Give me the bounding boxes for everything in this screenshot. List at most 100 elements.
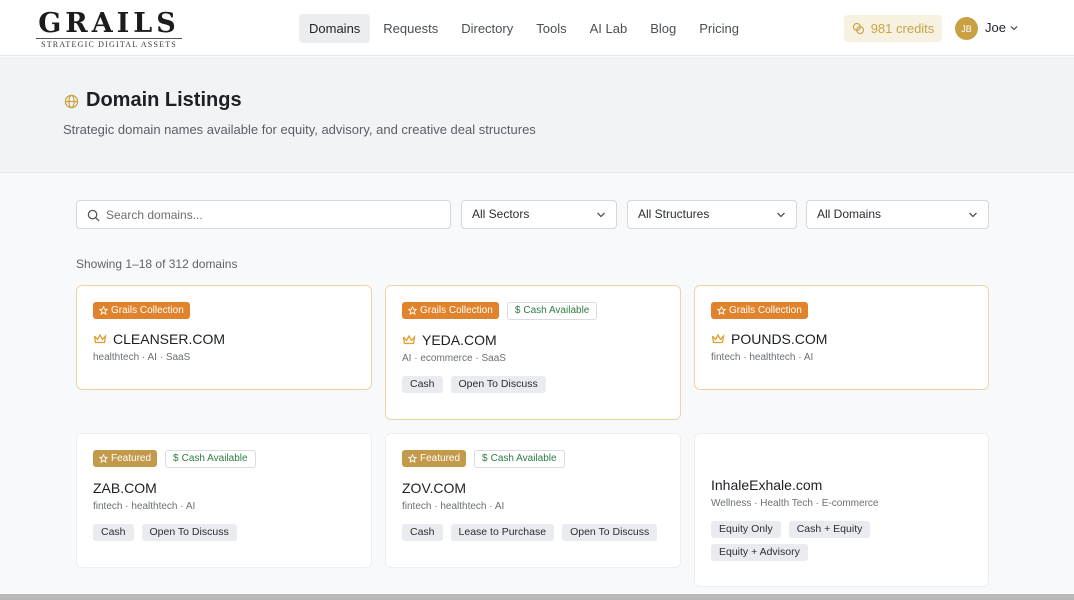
grails-collection-badge: Grails Collection (402, 302, 499, 319)
sector-tags: fintech · healthtech · AI (93, 501, 196, 512)
globe-icon (64, 94, 79, 109)
domain-title-row: ZAB.COM (93, 480, 157, 496)
dollar-icon: $ (482, 453, 488, 464)
deal-tag: Lease to Purchase (450, 524, 555, 541)
badge-label: Cash Available (490, 453, 557, 464)
nav-pricing[interactable]: Pricing (689, 14, 749, 43)
results-count: Showing 1–18 of 312 domains (76, 257, 238, 271)
domain-name[interactable]: InhaleExhale.com (711, 477, 822, 493)
star-icon (717, 306, 726, 315)
grails-collection-badge: Grails Collection (711, 302, 808, 319)
deal-structure-tags: Cash Open To Discuss (93, 524, 363, 541)
grails-logo[interactable]: GRAILS STRATEGIC DIGITAL ASSETS (36, 10, 182, 49)
featured-badge: Featured (93, 450, 158, 467)
deal-structure-tags: Cash Lease to Purchase Open To Discuss (402, 524, 672, 541)
badge-label: Cash Available (181, 453, 248, 464)
deal-structure-tags: Equity Only Cash + Equity Equity + Advis… (711, 521, 911, 561)
nav-domains[interactable]: Domains (299, 14, 371, 43)
crown-icon (402, 334, 416, 345)
deal-tag: Cash (93, 524, 134, 541)
badge-label: Grails Collection (729, 305, 802, 316)
chevron-down-icon (597, 212, 605, 218)
cash-available-badge: $ Cash Available (506, 302, 598, 320)
deal-tag: Open To Discuss (450, 376, 546, 393)
deal-tag: Cash + Equity (788, 521, 871, 538)
sector-tags: fintech · healthtech · AI (711, 352, 814, 363)
sector-tags: fintech · healthtech · AI (402, 501, 505, 512)
badge-label: Featured (420, 453, 461, 464)
page-title: Domain Listings (86, 89, 242, 111)
domain-title-row: POUNDS.COM (711, 331, 827, 347)
domain-title-row: InhaleExhale.com (711, 477, 822, 493)
star-icon (99, 306, 108, 315)
chevron-down-icon (777, 212, 785, 218)
badge-label: Cash Available (523, 305, 590, 316)
domain-title-row: YEDA.COM (402, 332, 497, 348)
crown-icon (711, 333, 725, 344)
domains-select[interactable]: All Domains (806, 200, 989, 229)
card-badges: Grails Collection (711, 302, 808, 319)
sector-select[interactable]: All Sectors (461, 200, 617, 229)
user-name[interactable]: Joe (985, 20, 1006, 35)
deal-structure-tags: Cash Open To Discuss (402, 376, 672, 393)
domain-title-row: ZOV.COM (402, 480, 466, 496)
domains-select-value: All Domains (817, 207, 882, 221)
deal-tag: Cash (402, 524, 443, 541)
nav-ai-lab[interactable]: AI Lab (580, 14, 638, 43)
domain-name[interactable]: CLEANSER.COM (113, 331, 225, 347)
badge-label: Featured (111, 453, 152, 464)
structure-select[interactable]: All Structures (627, 200, 797, 229)
domain-name[interactable]: ZOV.COM (402, 480, 466, 496)
domain-name[interactable]: ZAB.COM (93, 480, 157, 496)
domain-card[interactable]: Featured $ Cash Available ZOV.COM fintec… (385, 433, 681, 568)
deal-tag: Equity Only (711, 521, 781, 538)
nav-directory[interactable]: Directory (451, 14, 523, 43)
logo-tagline: STRATEGIC DIGITAL ASSETS (36, 38, 182, 49)
crown-icon (93, 333, 107, 344)
credits-badge[interactable]: 981 credits (844, 15, 942, 42)
main-nav: Domains Requests Directory Tools AI Lab … (299, 14, 752, 43)
featured-badge: Featured (402, 450, 467, 467)
domain-name[interactable]: YEDA.COM (422, 332, 497, 348)
star-icon (99, 454, 108, 463)
chevron-down-icon[interactable] (1009, 23, 1019, 33)
badge-label: Grails Collection (111, 305, 184, 316)
sector-tags: healthtech · AI · SaaS (93, 352, 191, 363)
domain-card[interactable]: Grails Collection POUNDS.COM fintech · h… (694, 285, 989, 390)
card-badges: Grails Collection (93, 302, 190, 319)
deal-tag: Open To Discuss (562, 524, 658, 541)
domain-card[interactable]: Featured $ Cash Available ZAB.COM fintec… (76, 433, 372, 568)
coins-icon (852, 22, 864, 35)
card-badges: Grails Collection $ Cash Available (402, 302, 598, 320)
star-icon (408, 454, 417, 463)
card-badges: Featured $ Cash Available (402, 450, 565, 468)
page-subtitle: Strategic domain names available for equ… (63, 122, 536, 137)
domain-card[interactable]: InhaleExhale.com Wellness · Health Tech … (694, 433, 989, 587)
domain-name[interactable]: POUNDS.COM (731, 331, 827, 347)
cash-available-badge: $ Cash Available (165, 450, 256, 468)
nav-requests[interactable]: Requests (373, 14, 448, 43)
grails-collection-badge: Grails Collection (93, 302, 190, 319)
domain-card[interactable]: Grails Collection $ Cash Available YEDA.… (385, 285, 681, 420)
domain-card[interactable]: Grails Collection CLEANSER.COM healthtec… (76, 285, 372, 390)
sector-select-value: All Sectors (472, 207, 530, 221)
dollar-icon: $ (514, 305, 521, 316)
nav-blog[interactable]: Blog (640, 14, 686, 43)
top-navigation-bar: GRAILS STRATEGIC DIGITAL ASSETS Domains … (0, 0, 1074, 56)
credits-label: 981 credits (870, 21, 935, 36)
badge-label: Grails Collection (420, 305, 493, 316)
domain-title-row: CLEANSER.COM (93, 331, 225, 347)
nav-tools[interactable]: Tools (526, 14, 576, 43)
deal-tag: Equity + Advisory (711, 544, 808, 561)
deal-tag: Open To Discuss (141, 524, 237, 541)
window-bottom-edge (0, 594, 1074, 600)
deal-tag: Cash (402, 376, 443, 393)
chevron-down-icon (969, 212, 977, 218)
logo-wordmark: GRAILS (38, 8, 180, 39)
search-field[interactable] (76, 200, 451, 229)
search-icon (87, 209, 100, 222)
avatar[interactable]: JB (955, 17, 978, 40)
sector-tags: Wellness · Health Tech · E-commerce (711, 498, 879, 509)
sector-tags: AI · ecommerce · SaaS (402, 353, 506, 364)
search-input[interactable] (106, 201, 436, 228)
